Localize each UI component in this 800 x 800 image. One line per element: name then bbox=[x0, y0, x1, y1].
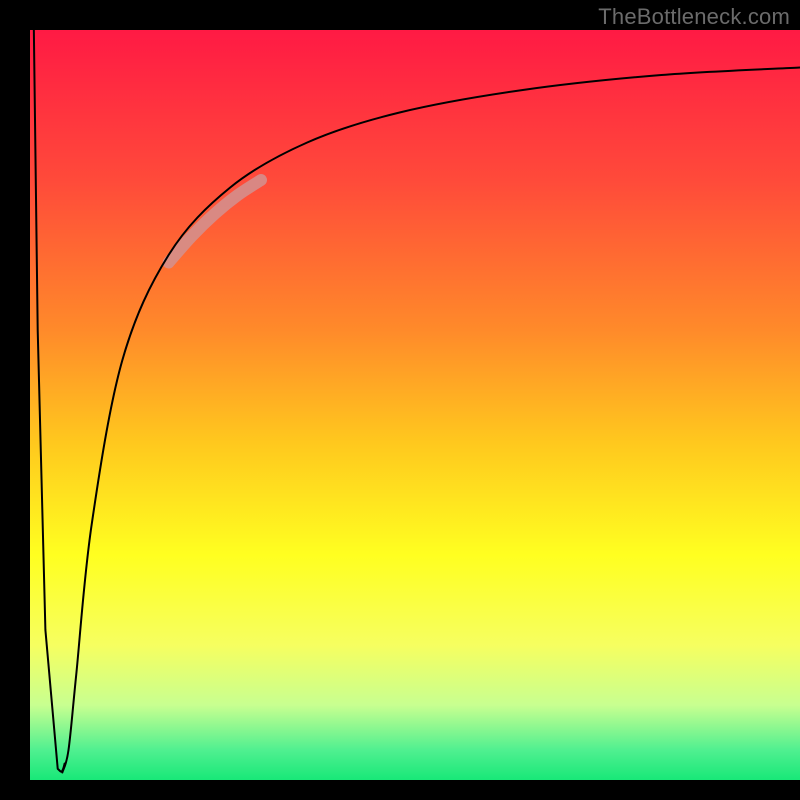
gradient-plot-area bbox=[30, 30, 800, 780]
watermark-text: TheBottleneck.com bbox=[598, 4, 790, 30]
chart-stage: TheBottleneck.com bbox=[0, 0, 800, 800]
bottleneck-chart bbox=[0, 0, 800, 800]
